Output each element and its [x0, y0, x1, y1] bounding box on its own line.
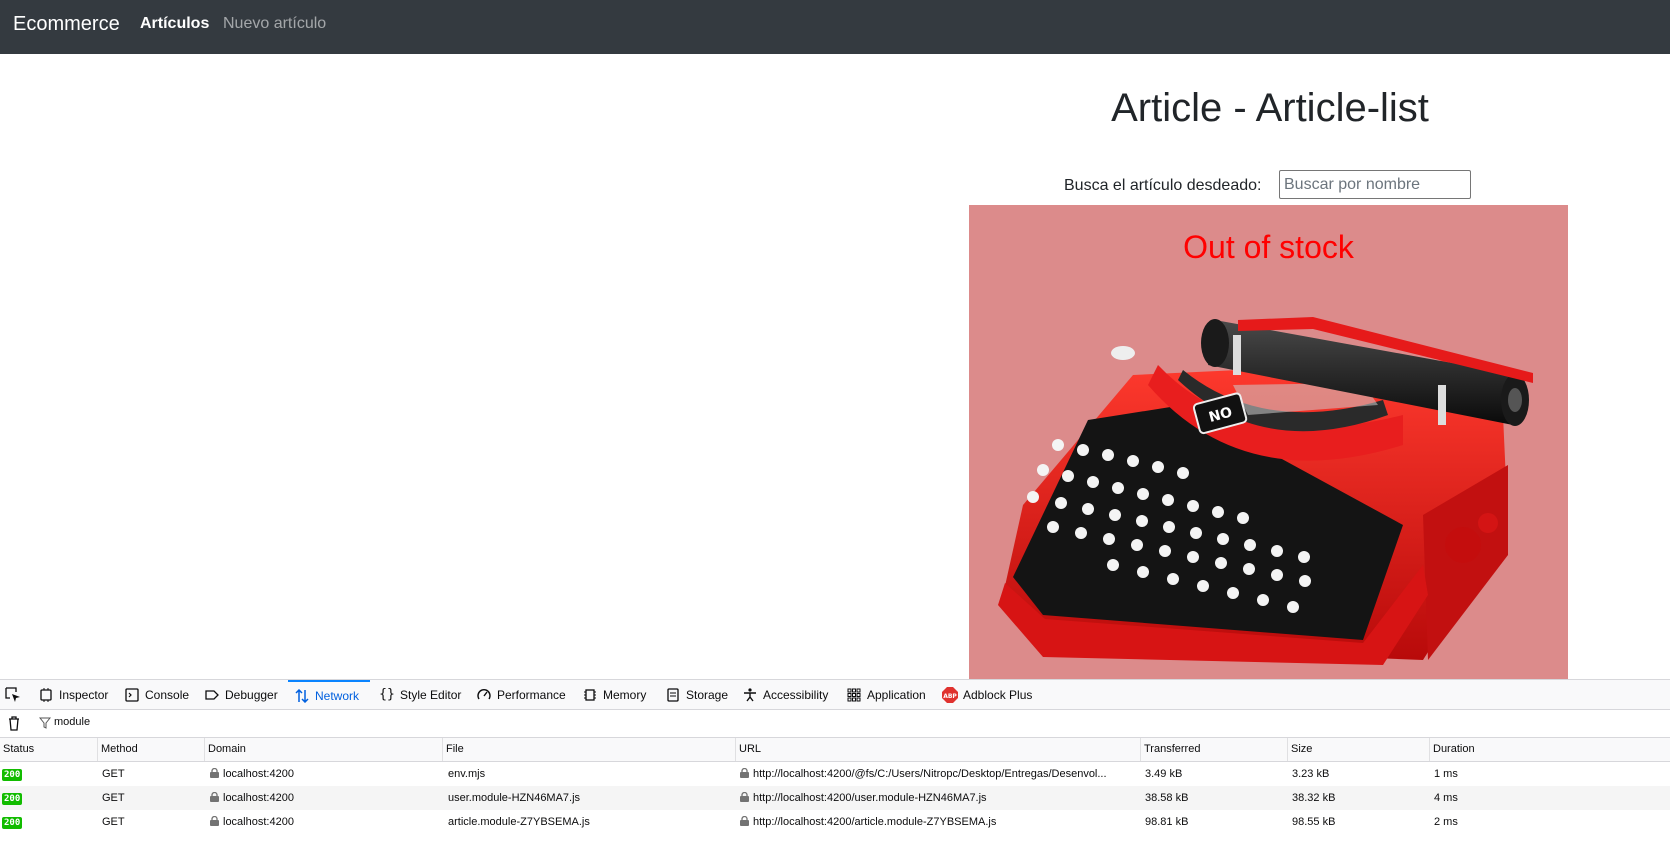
tab-accessibility[interactable]: Accessibility [742, 680, 828, 709]
tab-inspector[interactable]: Inspector [38, 680, 108, 709]
tab-network[interactable]: Network [288, 680, 370, 709]
tab-adblock-plus[interactable]: ABP Adblock Plus [942, 680, 1032, 709]
cell-file: env.mjs [448, 768, 486, 780]
tab-style-editor[interactable]: {} Style Editor [379, 680, 461, 709]
cell-url: http://localhost:4200/user.module-HZN46M… [740, 786, 1135, 810]
brand-link[interactable]: Ecommerce [13, 13, 120, 36]
tab-memory-label: Memory [603, 687, 647, 702]
status-badge: 200 [2, 793, 23, 805]
search-input[interactable] [1279, 170, 1471, 199]
cell-domain: localhost:4200 [210, 786, 435, 810]
search-label: Busca el artículo desdeado: [1064, 177, 1262, 194]
cell-size: 98.55 kB [1292, 816, 1336, 828]
cell-transferred: 98.81 kB [1145, 816, 1189, 828]
inspector-icon [38, 687, 54, 703]
url-text: http://localhost:4200/article.module-Z7Y… [753, 816, 997, 828]
tab-network-label: Network [315, 688, 360, 703]
domain-text: localhost:4200 [223, 768, 294, 780]
devtools-panel: Inspector Console Debugger Network {} St… [0, 679, 1670, 841]
navbar: Ecommerce Artículos Nuevo artículo [0, 0, 1670, 54]
tab-application[interactable]: Application [846, 680, 926, 709]
devtools-toolbar: Inspector Console Debugger Network {} St… [0, 680, 1670, 710]
status-badge: 200 [2, 769, 23, 781]
tab-console-label: Console [145, 687, 190, 702]
tab-style-editor-label: Style Editor [400, 687, 462, 702]
tab-storage-label: Storage [686, 687, 729, 702]
debugger-icon [204, 687, 220, 703]
url-text: http://localhost:4200/@fs/C:/Users/Nitro… [753, 768, 1107, 780]
table-row[interactable]: 200 GET localhost:4200 article.module-Z7… [0, 810, 1670, 834]
col-url[interactable]: URL [735, 738, 1140, 761]
cell-transferred: 38.58 kB [1145, 792, 1189, 804]
cell-size: 3.23 kB [1292, 768, 1330, 780]
cell-transferred: 3.49 kB [1145, 768, 1183, 780]
cell-method: GET [102, 768, 125, 780]
lock-icon [740, 792, 749, 802]
status-badge: 200 [2, 817, 23, 829]
tab-debugger[interactable]: Debugger [204, 680, 278, 709]
tab-inspector-label: Inspector [59, 687, 109, 702]
cell-file: article.module-Z7YBSEMA.js [448, 816, 590, 828]
cell-method: GET [102, 816, 125, 828]
cell-url: http://localhost:4200/@fs/C:/Users/Nitro… [740, 762, 1135, 786]
tab-debugger-label: Debugger [225, 687, 278, 702]
trash-icon[interactable] [6, 715, 22, 731]
cell-method: GET [102, 792, 125, 804]
domain-text: localhost:4200 [223, 792, 294, 804]
table-row[interactable]: 200 GET localhost:4200 user.module-HZN46… [0, 786, 1670, 810]
application-icon [846, 687, 862, 703]
tab-adblock-plus-label: Adblock Plus [963, 687, 1033, 702]
col-transferred[interactable]: Transferred [1140, 738, 1287, 761]
col-domain[interactable]: Domain [204, 738, 442, 761]
cell-domain: localhost:4200 [210, 762, 435, 786]
cell-duration: 4 ms [1434, 792, 1458, 804]
lock-icon [740, 768, 749, 778]
tab-console[interactable]: Console [124, 680, 189, 709]
nav-articulos-link[interactable]: Artículos [140, 15, 209, 33]
domain-text: localhost:4200 [223, 816, 294, 828]
out-of-stock-label: Out of stock [1183, 229, 1354, 265]
cell-url: http://localhost:4200/article.module-Z7Y… [740, 810, 1135, 834]
col-duration[interactable]: Duration [1429, 738, 1670, 761]
accessibility-icon [742, 687, 758, 703]
style-editor-icon: {} [379, 687, 395, 702]
filter-icon [39, 717, 51, 729]
storage-icon [665, 687, 681, 703]
lock-icon [210, 792, 219, 802]
col-file[interactable]: File [442, 738, 735, 761]
col-status[interactable]: Status [0, 738, 97, 761]
article-card[interactable]: Out of stock NO [969, 205, 1568, 679]
tab-performance-label: Performance [497, 687, 566, 702]
col-size[interactable]: Size [1287, 738, 1429, 761]
adblock-plus-icon: ABP [942, 686, 958, 703]
tab-performance[interactable]: Performance [476, 680, 566, 709]
cell-duration: 1 ms [1434, 768, 1458, 780]
svg-text:ABP: ABP [943, 693, 957, 700]
cell-duration: 2 ms [1434, 816, 1458, 828]
network-table-header: Status Method Domain File URL Transferre… [0, 738, 1670, 762]
tab-accessibility-label: Accessibility [763, 687, 829, 702]
memory-icon [582, 687, 598, 703]
cell-file: user.module-HZN46MA7.js [448, 792, 581, 804]
cell-size: 38.32 kB [1292, 792, 1336, 804]
tab-memory[interactable]: Memory [582, 680, 646, 709]
console-icon [124, 687, 140, 703]
tab-application-label: Application [867, 687, 926, 702]
element-picker-icon[interactable] [4, 686, 22, 704]
typewriter-image: NO [998, 317, 1533, 665]
filter-input[interactable]: module [54, 716, 90, 728]
lock-icon [210, 816, 219, 826]
performance-icon [476, 687, 492, 703]
page-title: Article - Article-list [1111, 86, 1429, 130]
lock-icon [210, 768, 219, 778]
url-text: http://localhost:4200/user.module-HZN46M… [753, 792, 987, 804]
lock-icon [740, 816, 749, 826]
network-filter-bar: module [0, 710, 1670, 738]
tab-storage[interactable]: Storage [665, 680, 728, 709]
table-row[interactable]: 200 GET localhost:4200 env.mjs http://lo… [0, 762, 1670, 786]
network-icon [294, 688, 310, 704]
col-method[interactable]: Method [97, 738, 204, 761]
cell-domain: localhost:4200 [210, 810, 435, 834]
nav-nuevo-articulo-link[interactable]: Nuevo artículo [223, 15, 326, 33]
